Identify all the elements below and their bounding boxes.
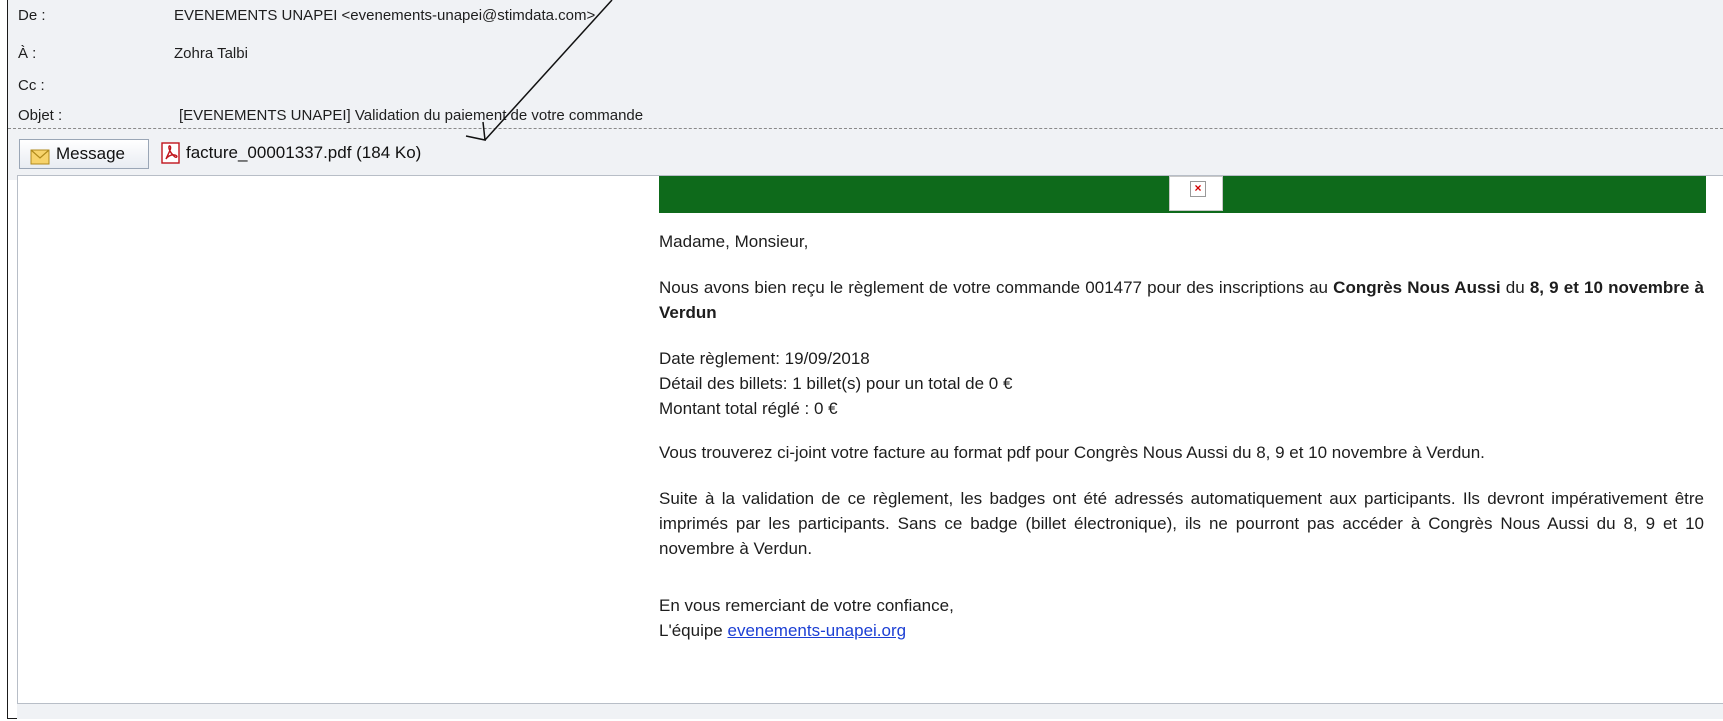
payment-details: Date règlement: 19/09/2018 Détail des bi… <box>659 346 1704 421</box>
p1-text-a: Nous avons bien reçu le règlement de vot… <box>659 278 1334 297</box>
subject-value: [EVENEMENTS UNAPEI] Validation du paieme… <box>179 107 644 124</box>
paragraph-invoice: Vous trouverez ci-joint votre facture au… <box>659 443 1485 462</box>
envelope-icon <box>30 146 50 174</box>
paragraph-commande: Nous avons bien reçu le règlement de vot… <box>659 275 1704 325</box>
p1-text-c: du <box>1500 278 1530 297</box>
footer-strip <box>17 703 1723 719</box>
header-banner: × <box>659 176 1706 213</box>
subject-label: Objet : <box>18 107 63 124</box>
attachment-label: facture_00001337.pdf (184 Ko) <box>186 143 422 162</box>
signature-link[interactable]: evenements-unapei.org <box>727 621 906 640</box>
signature-prefix: L'équipe <box>659 621 728 640</box>
closing-block: En vous remerciant de votre confiance, L… <box>659 593 1704 643</box>
ticket-details: Détail des billets: 1 billet(s) pour un … <box>659 374 1013 393</box>
from-label: De : <box>18 7 46 24</box>
p1-event-name: Congrès Nous Aussi <box>1333 278 1501 297</box>
broken-image-icon: × <box>1169 176 1223 211</box>
closing-line: En vous remerciant de votre confiance, <box>659 596 954 615</box>
tab-message[interactable]: Message <box>19 139 149 169</box>
message-body: × Madame, Monsieur, Nous avons bien reçu… <box>17 175 1723 703</box>
header-divider <box>8 128 1723 129</box>
paragraph-badges: Suite à la validation de ce règlement, l… <box>659 489 1704 558</box>
signature-line: L'équipe evenements-unapei.org <box>659 618 1704 643</box>
cc-label: Cc : <box>18 77 45 94</box>
to-value[interactable]: Zohra Talbi <box>174 43 248 65</box>
to-label: À : <box>18 45 37 62</box>
pdf-icon <box>160 142 182 173</box>
from-value[interactable]: EVENEMENTS UNAPEI <evenements-unapei@sti… <box>174 5 595 27</box>
greeting: Madame, Monsieur, <box>659 232 809 251</box>
tab-message-label: Message <box>56 144 125 163</box>
payment-total: Montant total réglé : 0 € <box>659 399 838 418</box>
payment-date: Date règlement: 19/09/2018 <box>659 349 870 368</box>
